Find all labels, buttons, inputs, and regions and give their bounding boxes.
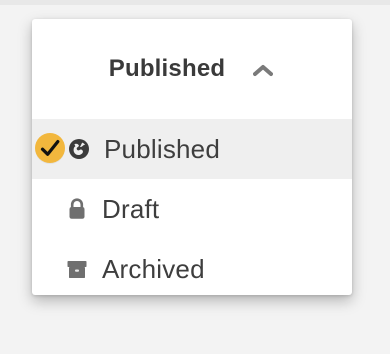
checkmark-icon xyxy=(35,133,65,163)
status-option-published[interactable]: Published xyxy=(32,119,352,179)
lock-icon xyxy=(64,196,90,222)
status-option-archived[interactable]: Archived xyxy=(32,239,352,295)
chevron-up-icon xyxy=(252,62,274,78)
status-option-draft[interactable]: Draft xyxy=(32,179,352,239)
selected-status-label: Published xyxy=(108,55,226,82)
status-option-label: Draft xyxy=(102,193,160,224)
status-option-label: Archived xyxy=(102,253,205,284)
archive-box-icon xyxy=(64,256,90,282)
top-edge xyxy=(0,0,390,5)
status-option-label: Published xyxy=(104,133,220,164)
status-dropdown-toggle[interactable]: Published xyxy=(32,19,352,119)
status-dropdown: Published Published Draft Archived xyxy=(32,19,352,295)
status-options-list: Published Draft Archived xyxy=(32,119,352,295)
globe-icon xyxy=(66,136,92,162)
